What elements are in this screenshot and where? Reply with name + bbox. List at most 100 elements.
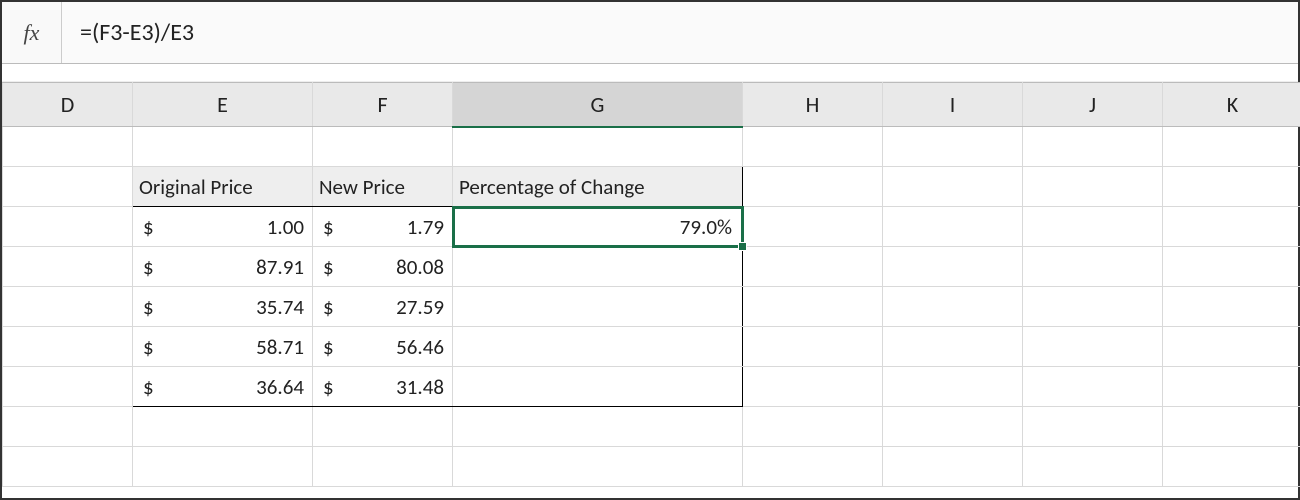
cell-G4[interactable]: [453, 247, 743, 287]
cell-J9[interactable]: [1023, 447, 1163, 487]
cell-J4[interactable]: [1023, 247, 1163, 287]
cell-F2[interactable]: New Price: [313, 167, 453, 207]
currency-symbol: $: [323, 214, 334, 240]
col-header-I[interactable]: I: [883, 83, 1023, 127]
cell-I3[interactable]: [883, 207, 1023, 247]
cell-H2[interactable]: [743, 167, 883, 207]
cell-F3[interactable]: $1.79: [313, 207, 453, 247]
cell-J1[interactable]: [1023, 127, 1163, 167]
cell-J3[interactable]: [1023, 207, 1163, 247]
formula-bar: fx: [2, 2, 1298, 64]
cell-J2[interactable]: [1023, 167, 1163, 207]
cell-K9[interactable]: [1163, 447, 1300, 487]
cell-J8[interactable]: [1023, 407, 1163, 447]
cell-J6[interactable]: [1023, 327, 1163, 367]
value: 80.08: [396, 254, 444, 280]
cell-I1[interactable]: [883, 127, 1023, 167]
fill-handle[interactable]: [738, 242, 747, 251]
cell-H1[interactable]: [743, 127, 883, 167]
currency-symbol: $: [323, 334, 334, 360]
cell-I7[interactable]: [883, 367, 1023, 407]
cell-D5[interactable]: [3, 287, 133, 327]
cell-D4[interactable]: [3, 247, 133, 287]
cell-E3[interactable]: $1.00: [133, 207, 313, 247]
col-header-E[interactable]: E: [133, 83, 313, 127]
cell-J7[interactable]: [1023, 367, 1163, 407]
cell-G7[interactable]: [453, 367, 743, 407]
cell-F7[interactable]: $31.48: [313, 367, 453, 407]
cell-I6[interactable]: [883, 327, 1023, 367]
cell-E1[interactable]: [133, 127, 313, 167]
cell-H8[interactable]: [743, 407, 883, 447]
cell-I2[interactable]: [883, 167, 1023, 207]
cell-H9[interactable]: [743, 447, 883, 487]
cell-F8[interactable]: [313, 407, 453, 447]
col-header-D[interactable]: D: [3, 83, 133, 127]
cell-E5[interactable]: $35.74: [133, 287, 313, 327]
cell-E2[interactable]: Original Price: [133, 167, 313, 207]
cell-K4[interactable]: [1163, 247, 1300, 287]
cell-G3[interactable]: 79.0%: [453, 207, 743, 247]
cell-D6[interactable]: [3, 327, 133, 367]
cell-G9[interactable]: [453, 447, 743, 487]
cell-H3[interactable]: [743, 207, 883, 247]
cell-E9[interactable]: [133, 447, 313, 487]
col-header-J[interactable]: J: [1023, 83, 1163, 127]
cell-F4[interactable]: $80.08: [313, 247, 453, 287]
value: 35.74: [256, 294, 304, 320]
cell-E7[interactable]: $36.64: [133, 367, 313, 407]
cell-D2[interactable]: [3, 167, 133, 207]
cell-G6[interactable]: [453, 327, 743, 367]
spreadsheet-grid[interactable]: D E F G H I J K: [2, 82, 1298, 487]
cell-H5[interactable]: [743, 287, 883, 327]
cell-E8[interactable]: [133, 407, 313, 447]
currency-symbol: $: [143, 254, 154, 280]
value: 27.59: [396, 294, 444, 320]
cell-K3[interactable]: [1163, 207, 1300, 247]
value: 1.00: [267, 214, 304, 240]
cell-K5[interactable]: [1163, 287, 1300, 327]
cell-D1[interactable]: [3, 127, 133, 167]
cell-K2[interactable]: [1163, 167, 1300, 207]
cell-G5[interactable]: [453, 287, 743, 327]
col-header-K[interactable]: K: [1163, 83, 1300, 127]
cell-G8[interactable]: [453, 407, 743, 447]
cell-J5[interactable]: [1023, 287, 1163, 327]
cell-I9[interactable]: [883, 447, 1023, 487]
cell-K7[interactable]: [1163, 367, 1300, 407]
cell-K1[interactable]: [1163, 127, 1300, 167]
col-header-H[interactable]: H: [743, 83, 883, 127]
cell-F6[interactable]: $56.46: [313, 327, 453, 367]
row-8: [3, 407, 1300, 447]
cell-D9[interactable]: [3, 447, 133, 487]
cell-D3[interactable]: [3, 207, 133, 247]
cell-D8[interactable]: [3, 407, 133, 447]
currency-symbol: $: [323, 374, 334, 400]
cell-H4[interactable]: [743, 247, 883, 287]
row-4: $87.91 $80.08: [3, 247, 1300, 287]
col-header-G[interactable]: G: [453, 83, 743, 127]
currency-symbol: $: [323, 254, 334, 280]
cell-D7[interactable]: [3, 367, 133, 407]
cell-F9[interactable]: [313, 447, 453, 487]
cell-G1[interactable]: [453, 127, 743, 167]
cell-F1[interactable]: [313, 127, 453, 167]
cell-G2[interactable]: Percentage of Change: [453, 167, 743, 207]
value: 1.79: [407, 214, 444, 240]
cell-F5[interactable]: $27.59: [313, 287, 453, 327]
cell-H7[interactable]: [743, 367, 883, 407]
col-header-F[interactable]: F: [313, 83, 453, 127]
cell-K8[interactable]: [1163, 407, 1300, 447]
cell-H6[interactable]: [743, 327, 883, 367]
currency-symbol: $: [323, 294, 334, 320]
fx-icon[interactable]: fx: [2, 2, 62, 63]
cell-I5[interactable]: [883, 287, 1023, 327]
column-headers-row: D E F G H I J K: [3, 83, 1300, 127]
formula-input[interactable]: [62, 2, 1298, 63]
cell-I4[interactable]: [883, 247, 1023, 287]
value: 58.71: [256, 334, 304, 360]
cell-K6[interactable]: [1163, 327, 1300, 367]
cell-I8[interactable]: [883, 407, 1023, 447]
cell-E4[interactable]: $87.91: [133, 247, 313, 287]
cell-E6[interactable]: $58.71: [133, 327, 313, 367]
